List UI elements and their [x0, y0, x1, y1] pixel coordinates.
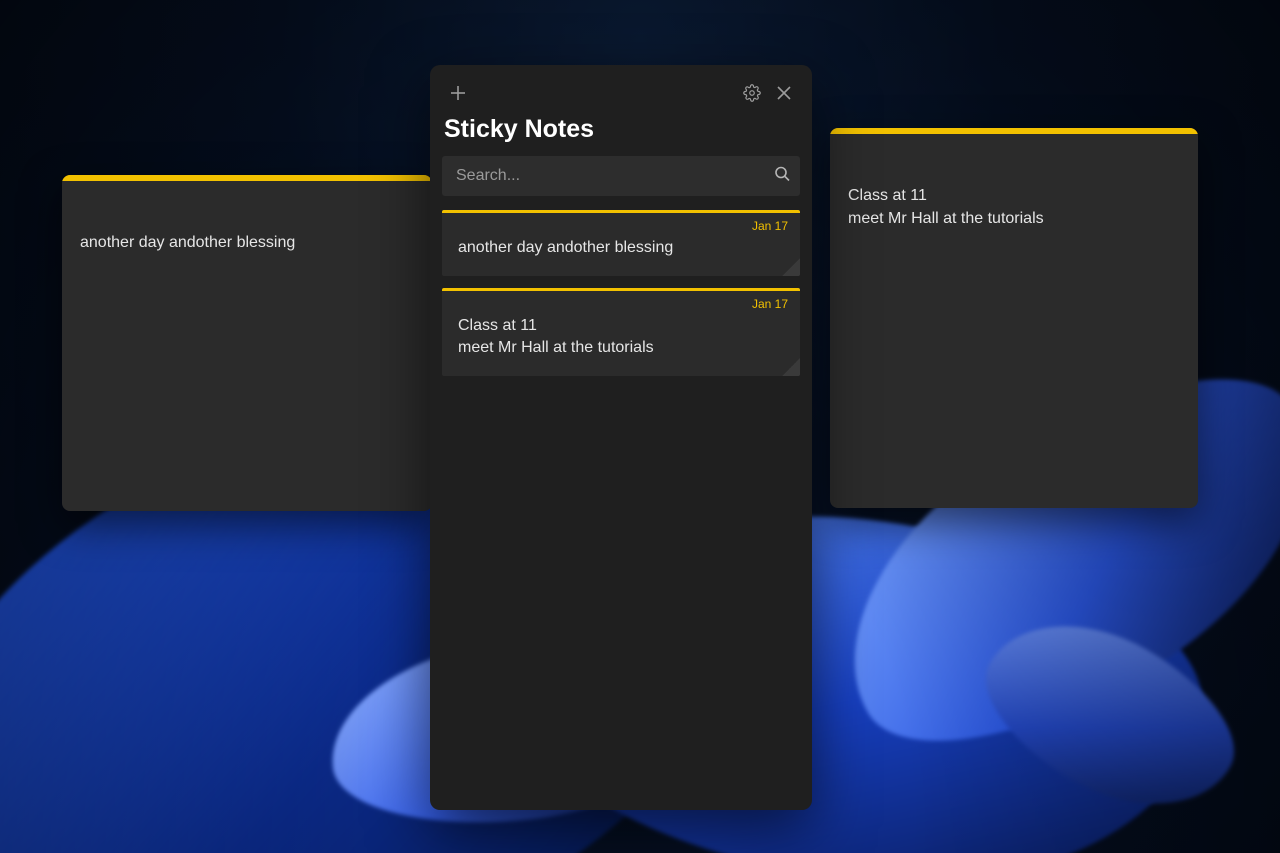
hub-titlebar[interactable]: [442, 75, 800, 111]
sticky-note-window-left[interactable]: another day andother blessing: [62, 175, 432, 511]
note-list: Jan 17 another day andother blessing Jan…: [442, 210, 800, 376]
sticky-note-window-right[interactable]: Class at 11 meet Mr Hall at the tutorial…: [830, 128, 1198, 508]
note-card[interactable]: Jan 17 another day andother blessing: [442, 210, 800, 276]
search-field[interactable]: [442, 156, 800, 196]
note-preview: another day andother blessing: [458, 237, 784, 259]
add-note-button[interactable]: [442, 77, 474, 109]
settings-button[interactable]: [736, 77, 768, 109]
note-card[interactable]: Jan 17 Class at 11 meet Mr Hall at the t…: [442, 288, 800, 376]
note-body[interactable]: Class at 11 meet Mr Hall at the tutorial…: [830, 134, 1198, 246]
note-preview: Class at 11 meet Mr Hall at the tutorial…: [458, 315, 784, 360]
search-input[interactable]: [442, 156, 800, 196]
close-button[interactable]: [768, 77, 800, 109]
sticky-notes-hub[interactable]: Sticky Notes Jan 17 another day andother…: [430, 65, 812, 810]
page-corner-icon: [782, 358, 800, 376]
page-corner-icon: [782, 258, 800, 276]
note-date: Jan 17: [752, 297, 788, 311]
search-icon: [774, 166, 790, 187]
note-body[interactable]: another day andother blessing: [62, 181, 432, 270]
note-date: Jan 17: [752, 219, 788, 233]
app-title: Sticky Notes: [444, 115, 800, 144]
